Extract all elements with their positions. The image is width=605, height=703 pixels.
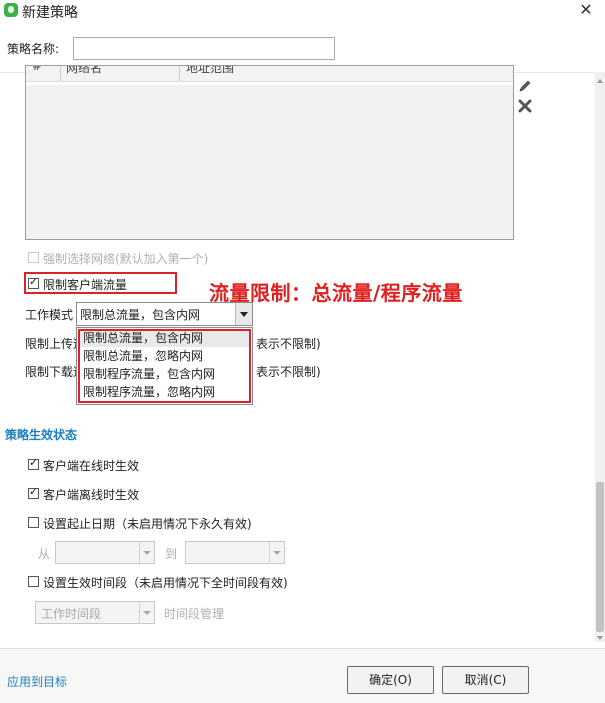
column-header-network-name: 网络名: [66, 65, 103, 75]
delete-x-icon[interactable]: [517, 98, 533, 114]
online-effective-checkbox[interactable]: [28, 456, 39, 470]
limit-traffic-checkbox[interactable]: [28, 275, 39, 289]
ok-button[interactable]: 确定(O): [347, 666, 434, 694]
window-title: 新建策略: [22, 5, 78, 21]
to-label: 到: [165, 547, 178, 561]
work-mode-select[interactable]: 限制总流量，包含内网: [76, 302, 253, 326]
download-limit-hint: 表示不限制): [256, 365, 321, 379]
offline-effective-checkbox[interactable]: [28, 485, 39, 499]
chevron-down-icon[interactable]: [235, 303, 252, 325]
table-row-empty: [26, 82, 513, 85]
online-effective-label[interactable]: 客户端在线时生效: [43, 457, 139, 474]
vertical-scrollbar[interactable]: [595, 72, 605, 642]
app-logo-icon: [4, 3, 18, 17]
policy-name-label: 策略名称:: [7, 42, 60, 56]
force-network-checkbox: [28, 252, 39, 263]
date-range-checkbox[interactable]: [28, 517, 39, 528]
scroll-up-icon[interactable]: [596, 74, 604, 83]
chevron-down-icon: [139, 542, 154, 563]
start-date-select: [55, 541, 155, 564]
work-mode-label: 工作模式: [25, 308, 74, 322]
scroll-down-icon[interactable]: [596, 631, 604, 640]
force-network-label: 强制选择网络(默认加入第一个): [43, 252, 209, 266]
network-table-header: # 网络名 地址范围: [26, 66, 513, 82]
cancel-button[interactable]: 取消(C): [442, 666, 529, 694]
work-mode-selected-value: 限制总流量，包含内网: [80, 308, 201, 322]
apply-to-target-link[interactable]: 应用到目标: [7, 673, 67, 690]
limit-traffic-label[interactable]: 限制客户端流量: [43, 276, 127, 293]
column-header-address-range: 地址范围: [186, 65, 235, 75]
chevron-down-icon: [269, 542, 284, 563]
time-period-label[interactable]: 设置生效时间段（未启用情况下全时间段有效): [43, 574, 288, 591]
date-range-label[interactable]: 设置起止日期（未启用情况下永久有效): [43, 515, 252, 532]
policy-name-input[interactable]: [73, 37, 335, 60]
network-table-body: [26, 82, 513, 239]
close-icon[interactable]: ✕: [576, 0, 596, 20]
offline-effective-label[interactable]: 客户端离线时生效: [43, 486, 139, 503]
column-header-index: #: [32, 65, 43, 73]
time-period-value: 工作时间段: [41, 607, 102, 621]
from-label: 从: [38, 547, 51, 561]
chevron-down-icon: [139, 602, 154, 623]
column-divider: [179, 66, 180, 81]
end-date-select: [185, 541, 285, 564]
time-period-select: 工作时间段: [35, 601, 155, 624]
time-period-checkbox[interactable]: [28, 576, 39, 587]
column-divider: [60, 66, 61, 81]
pencil-icon[interactable]: [517, 78, 533, 94]
highlight-box-dropdown: [78, 329, 251, 403]
time-period-manage-link: 时间段管理: [164, 607, 225, 621]
section-title: 策略生效状态: [5, 428, 78, 442]
upload-limit-hint: 表示不限制): [256, 337, 321, 351]
scrollbar-thumb[interactable]: [596, 482, 604, 632]
network-table[interactable]: # 网络名 地址范围: [25, 65, 514, 240]
title-bar: 新建策略 ✕: [0, 0, 605, 24]
